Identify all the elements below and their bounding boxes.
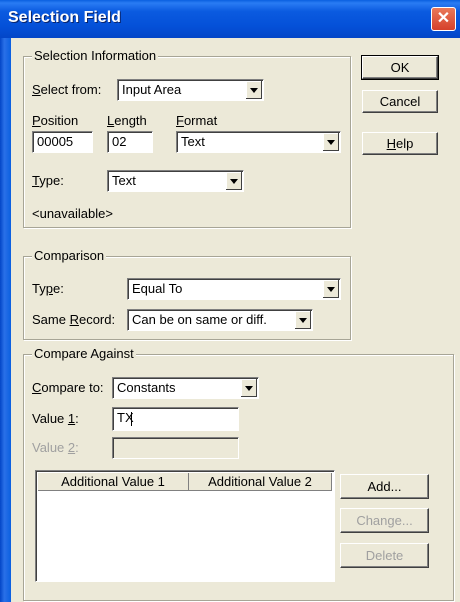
help-button[interactable]: Help <box>362 132 438 155</box>
delete-button: Delete <box>340 543 429 568</box>
add-button[interactable]: Add... <box>340 474 429 499</box>
chevron-down-icon[interactable] <box>226 172 242 190</box>
position-value: 00005 <box>37 134 74 149</box>
compare-against-legend: Compare Against <box>32 346 136 361</box>
comparison-type-label: Type: <box>32 281 64 296</box>
select-from-value: Input Area <box>122 82 182 97</box>
change-button: Change... <box>340 508 429 533</box>
position-label: Position <box>32 113 79 128</box>
comparison-type-value: Equal To <box>132 281 183 296</box>
dialog-title: Selection Field <box>8 9 121 26</box>
length-value: 02 <box>112 134 127 149</box>
type-value: Text <box>112 173 136 188</box>
ok-button[interactable]: OK <box>361 55 439 80</box>
chevron-down-icon[interactable] <box>323 280 339 298</box>
column-header-additional-value-1[interactable]: Additional Value 1 <box>38 473 189 491</box>
selection-information-legend: Selection Information <box>32 48 159 63</box>
text-cursor <box>130 411 132 426</box>
window-left-border <box>0 38 11 602</box>
chevron-down-icon[interactable] <box>323 133 339 151</box>
type-label: Type: <box>32 173 64 188</box>
select-from-dropdown[interactable]: Input Area <box>117 79 264 101</box>
format-value: Text <box>181 134 205 149</box>
comparison-legend: Comparison <box>32 248 107 263</box>
format-label: Format <box>176 113 218 128</box>
same-record-dropdown[interactable]: Can be on same or diff. <box>127 309 313 331</box>
position-input[interactable]: 00005 <box>32 131 93 153</box>
title-bar[interactable]: Selection Field ✕ <box>0 0 460 38</box>
length-input[interactable]: 02 <box>107 131 153 153</box>
value1-input[interactable]: TX <box>112 407 239 431</box>
compare-to-value: Constants <box>117 380 176 395</box>
select-from-label: Select from: <box>32 82 102 97</box>
value1-text-wrap: TX <box>117 410 134 426</box>
cancel-button[interactable]: Cancel <box>362 90 438 113</box>
format-dropdown[interactable]: Text <box>176 131 341 153</box>
type-dropdown[interactable]: Text <box>107 170 244 192</box>
close-icon[interactable]: ✕ <box>431 7 456 31</box>
compare-to-label: Compare to: <box>32 380 104 395</box>
column-header-additional-value-2[interactable]: Additional Value 2 <box>189 473 332 491</box>
dialog-client-area: Selection Information Select from: Input… <box>11 38 460 602</box>
selection-information-group: Selection Information Select from: Input… <box>23 48 351 228</box>
compare-against-group: Compare Against Compare to: Constants Va… <box>23 346 454 601</box>
length-label: Length <box>107 113 147 128</box>
dialog-window: Selection Field ✕ Selection Information … <box>0 0 460 602</box>
compare-to-dropdown[interactable]: Constants <box>112 377 259 399</box>
additional-values-list[interactable]: Additional Value 1 Additional Value 2 <box>35 470 335 582</box>
value2-input <box>112 437 239 459</box>
status-text: <unavailable> <box>32 206 113 221</box>
chevron-down-icon[interactable] <box>295 311 311 329</box>
value1-label: Value 1: <box>32 411 79 426</box>
chevron-down-icon[interactable] <box>241 379 257 397</box>
comparison-type-dropdown[interactable]: Equal To <box>127 278 341 300</box>
same-record-value: Can be on same or diff. <box>132 312 267 327</box>
value2-label: Value 2: <box>32 440 79 455</box>
chevron-down-icon[interactable] <box>246 81 262 99</box>
comparison-group: Comparison Type: Equal To Same Record: C… <box>23 248 351 340</box>
same-record-label: Same Record: <box>32 312 116 327</box>
